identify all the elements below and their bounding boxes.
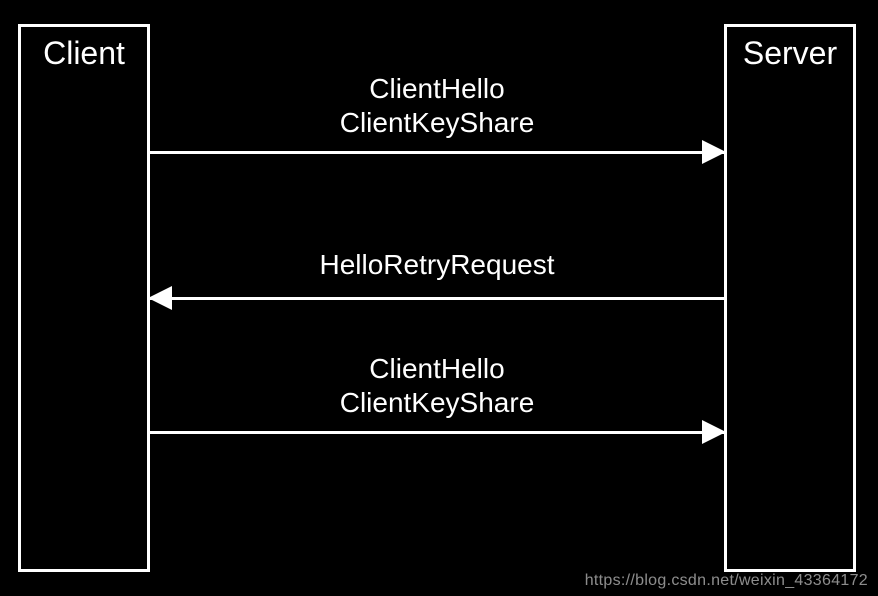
- msg1-line2: ClientKeyShare: [150, 106, 724, 140]
- server-label: Server: [727, 35, 853, 72]
- msg1-arrow-head: [702, 140, 726, 164]
- server-lifeline: Server: [724, 24, 856, 572]
- msg1-label: ClientHello ClientKeyShare: [150, 72, 724, 139]
- msg2-line1: HelloRetryRequest: [150, 248, 724, 282]
- msg2-arrow-head: [148, 286, 172, 310]
- msg3-line1: ClientHello: [150, 352, 724, 386]
- msg3-arrow-head: [702, 420, 726, 444]
- msg2-arrow-line: [150, 297, 724, 300]
- msg3-label: ClientHello ClientKeyShare: [150, 352, 724, 419]
- client-label: Client: [21, 35, 147, 72]
- msg1-line1: ClientHello: [150, 72, 724, 106]
- msg2-label: HelloRetryRequest: [150, 248, 724, 282]
- client-lifeline: Client: [18, 24, 150, 572]
- msg3-line2: ClientKeyShare: [150, 386, 724, 420]
- msg3-arrow-line: [150, 431, 724, 434]
- msg1-arrow-line: [150, 151, 724, 154]
- watermark-text: https://blog.csdn.net/weixin_43364172: [585, 572, 868, 590]
